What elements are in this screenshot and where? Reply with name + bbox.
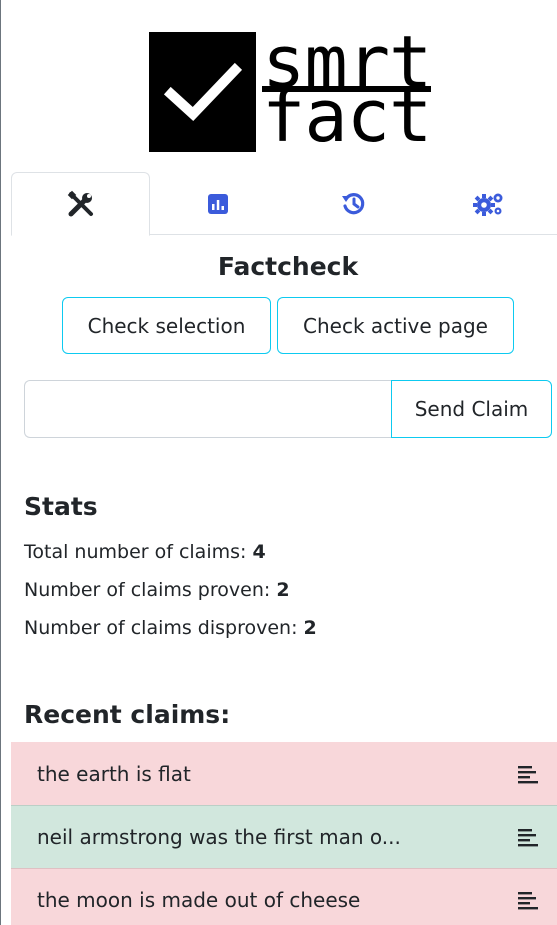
stat-total-label: Total number of claims: <box>24 541 253 563</box>
list-item[interactable]: the earth is flat <box>11 742 557 805</box>
recent-claims-heading: Recent claims: <box>24 700 231 729</box>
stat-disproven-value: 2 <box>303 617 317 639</box>
claim-input[interactable] <box>24 380 392 438</box>
stats-heading: Stats <box>24 492 98 521</box>
stat-proven-label: Number of claims proven: <box>24 579 277 601</box>
nav-tabs <box>11 172 557 236</box>
stat-disproven-label: Number of claims disproven: <box>24 617 304 639</box>
window-left-border <box>0 0 1 925</box>
bar-chart-icon <box>207 193 228 214</box>
check-active-page-button[interactable]: Check active page <box>277 297 514 354</box>
details-icon[interactable] <box>517 764 539 784</box>
logo-wordmark: smrt fact <box>262 26 432 158</box>
list-item[interactable]: neil armstrong was the first man o... <box>11 805 557 868</box>
details-icon[interactable] <box>517 890 539 910</box>
check-selection-button[interactable]: Check selection <box>62 297 271 354</box>
history-icon <box>341 192 364 214</box>
tools-icon <box>67 190 93 217</box>
gears-icon <box>473 193 503 216</box>
claim-text: neil armstrong was the first man o... <box>37 825 401 849</box>
tab-settings[interactable] <box>421 172 557 235</box>
tab-history[interactable] <box>286 172 422 235</box>
claim-text: the earth is flat <box>37 761 191 786</box>
tab-stats[interactable] <box>150 172 286 235</box>
stat-total-claims: Total number of claims: 4 <box>24 541 266 563</box>
send-claim-button[interactable]: Send Claim <box>391 380 552 438</box>
details-icon[interactable] <box>517 827 539 847</box>
popup-frame: smrt fact Factcheck Check selection Chec… <box>0 0 557 925</box>
stat-total-value: 4 <box>252 541 266 563</box>
tab-tools[interactable] <box>11 172 150 236</box>
stat-disproven-claims: Number of claims disproven: 2 <box>24 617 317 639</box>
stat-proven-value: 2 <box>276 579 290 601</box>
factcheck-title: Factcheck <box>217 252 359 281</box>
stat-proven-claims: Number of claims proven: 2 <box>24 579 290 601</box>
recent-claims-list: the earth is flat neil armstrong was the… <box>11 742 557 925</box>
checkmark-logo-icon <box>149 32 256 152</box>
list-item[interactable]: the moon is made out of cheese <box>11 868 557 925</box>
app-logo: smrt fact <box>149 26 432 158</box>
claim-text: the moon is made out of cheese <box>37 888 361 912</box>
logo-word-bottom: fact <box>262 74 432 158</box>
